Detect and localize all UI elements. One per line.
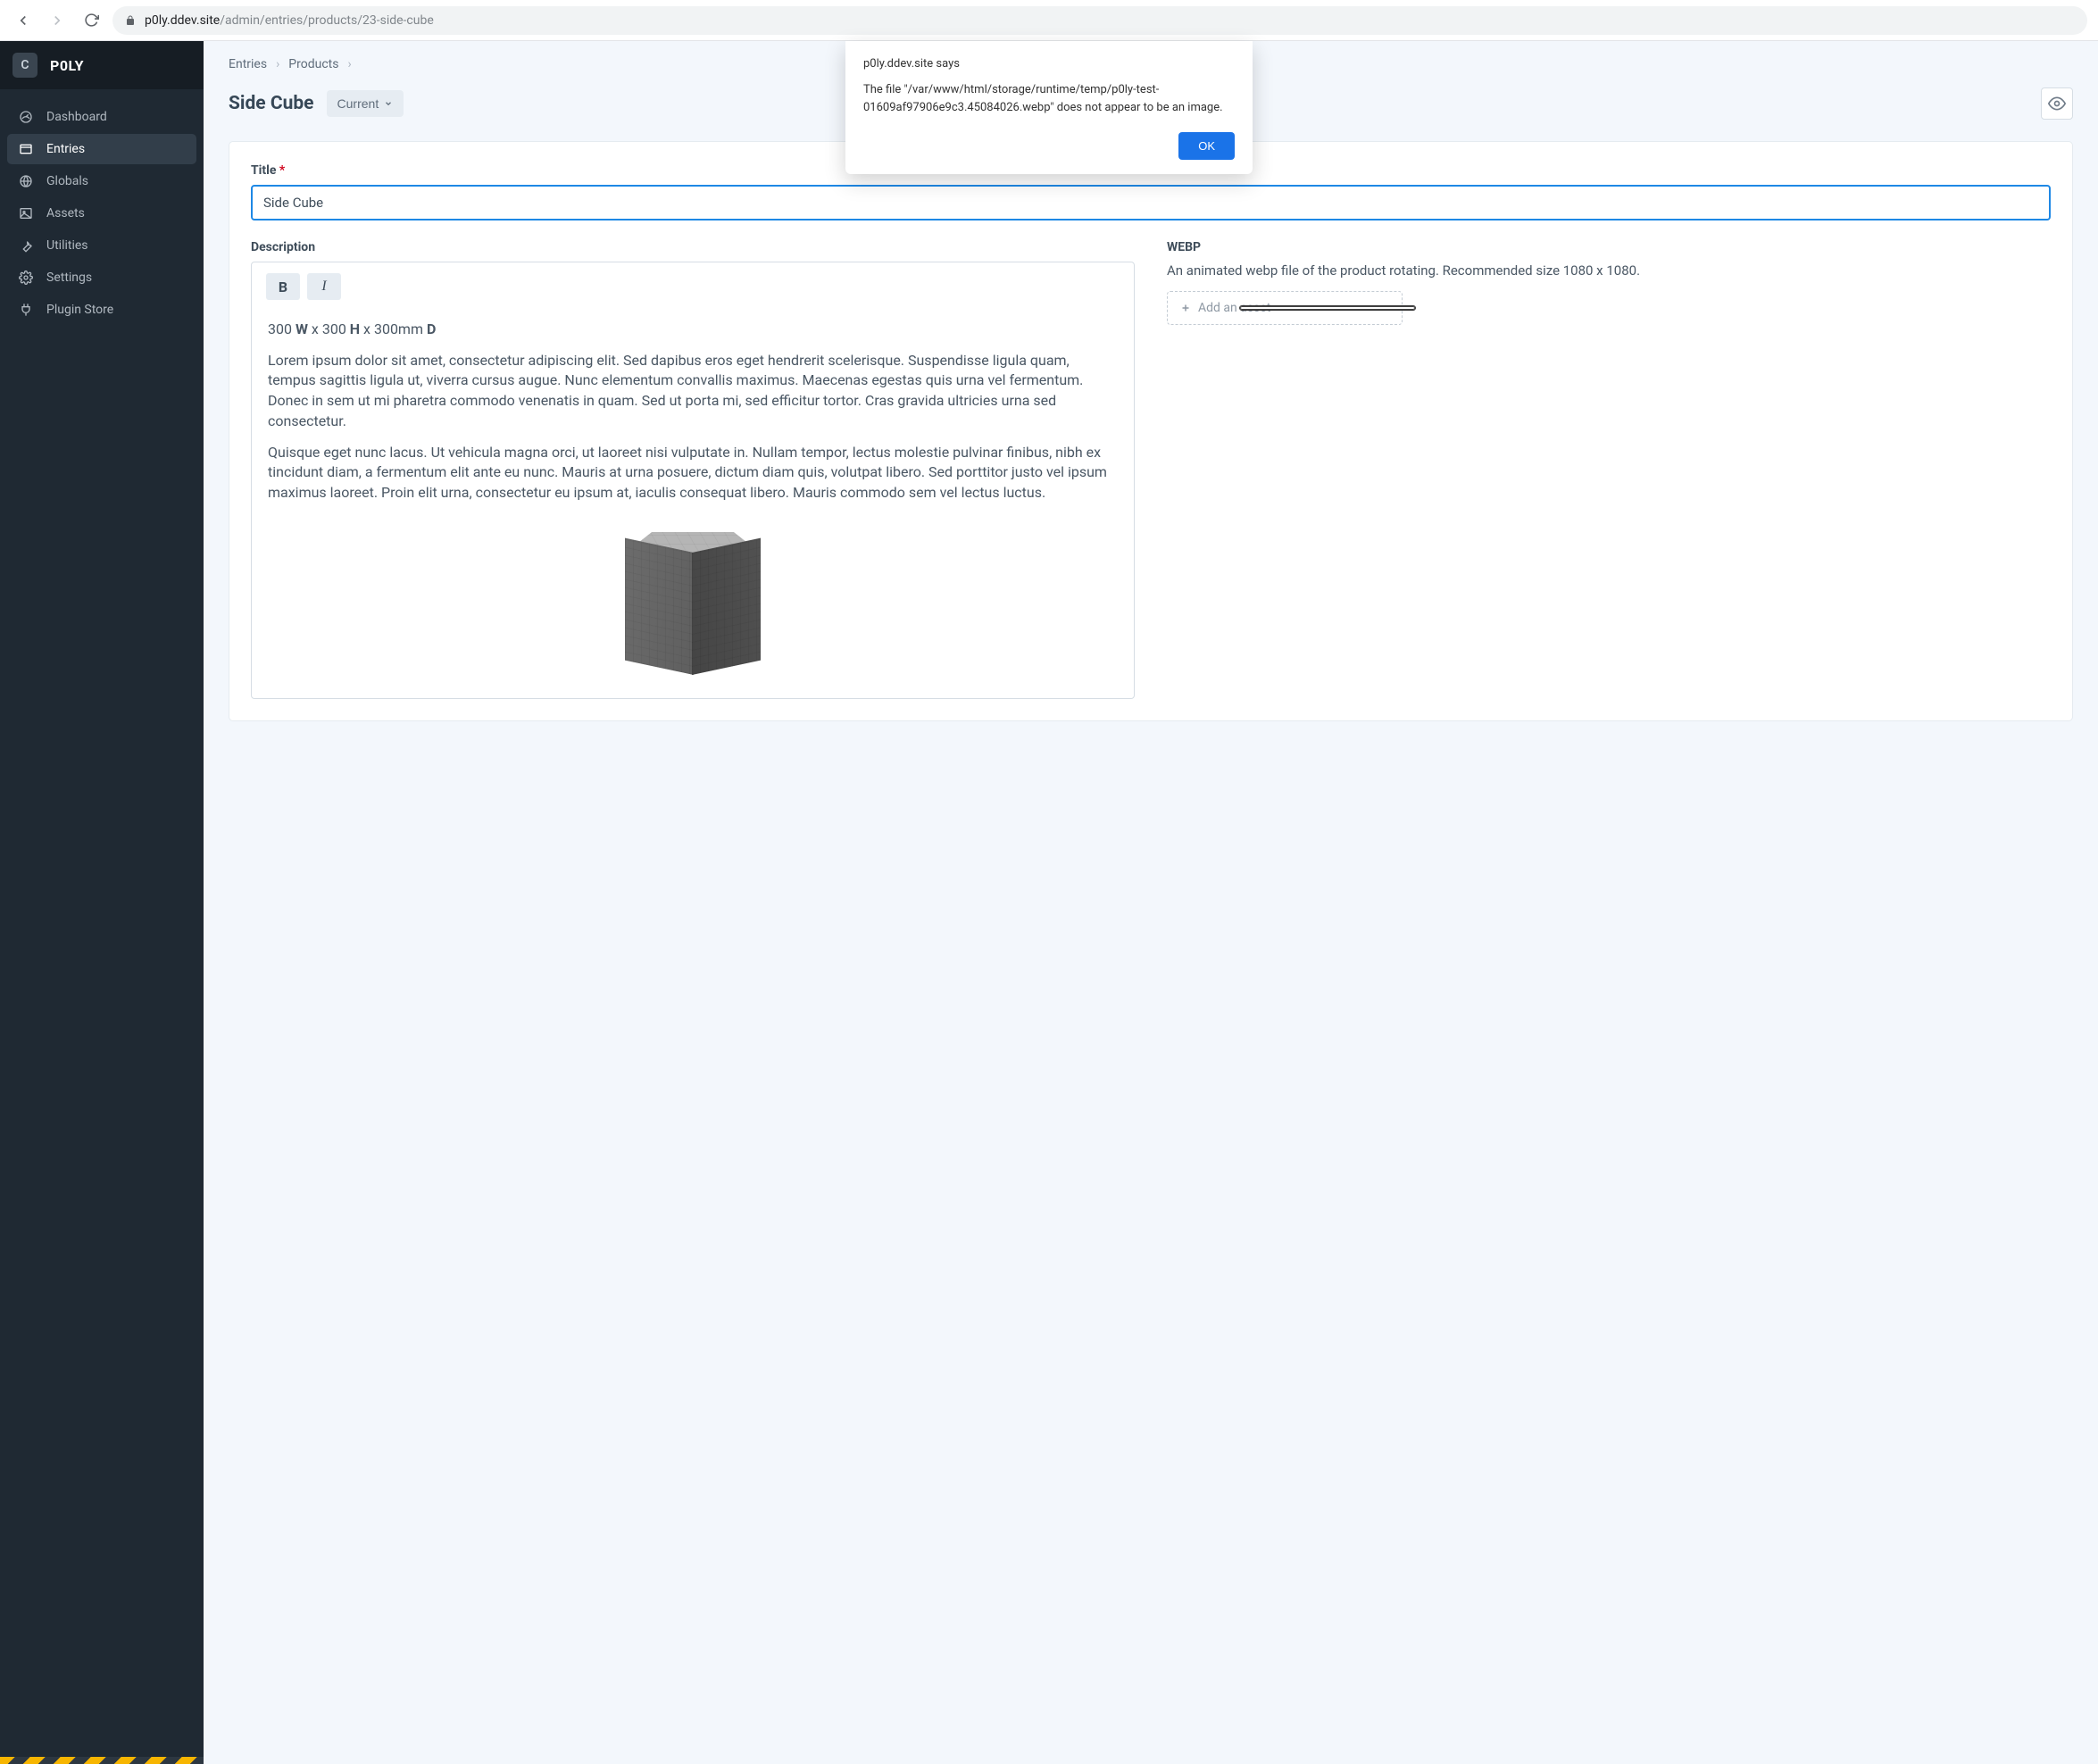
upload-progress (1239, 305, 1416, 311)
gauge-icon (18, 109, 34, 125)
rte-body[interactable]: 300 W x 300 H x 300mm D Lorem ipsum dolo… (252, 309, 1134, 698)
sidebar-item-settings[interactable]: Settings (7, 262, 196, 293)
sidebar-item-assets[interactable]: Assets (7, 198, 196, 229)
plus-icon (1180, 303, 1191, 313)
sidebar-item-dashboard[interactable]: Dashboard (7, 102, 196, 132)
sidebar-item-plugin-store[interactable]: Plugin Store (7, 295, 196, 325)
sidebar-item-label: Assets (46, 206, 85, 220)
description-paragraph: Quisque eget nunc lacus. Ut vehicula mag… (268, 443, 1118, 503)
browser-chrome: p0ly.ddev.site/admin/entries/products/23… (0, 0, 2098, 41)
sidebar-item-label: Entries (46, 142, 85, 156)
product-image (268, 514, 1118, 680)
title-input[interactable] (251, 185, 2051, 220)
sidebar-item-label: Globals (46, 174, 88, 188)
revision-selector[interactable]: Current (327, 90, 404, 117)
brand-logo: C (12, 53, 37, 78)
preview-button[interactable] (2041, 87, 2073, 120)
entry-form: Title * Description B I 300 W (229, 141, 2073, 721)
breadcrumb-link[interactable]: Entries (229, 57, 267, 71)
globe-icon (18, 173, 34, 189)
italic-button[interactable]: I (307, 273, 341, 300)
cube-illustration (626, 532, 760, 675)
sidebar-item-utilities[interactable]: Utilities (7, 230, 196, 261)
back-button[interactable] (11, 8, 36, 33)
plug-icon (18, 302, 34, 318)
main-content: Entries › Products › Side Cube Current T… (204, 41, 2098, 1764)
sidebar-item-label: Settings (46, 270, 92, 285)
alert-dialog: p0ly.ddev.site says The file "/var/www/h… (845, 41, 1253, 174)
entries-icon (18, 141, 34, 157)
wrench-icon (18, 237, 34, 254)
required-mark: * (279, 163, 285, 178)
image-icon (18, 205, 34, 221)
ok-button[interactable]: OK (1178, 132, 1235, 160)
dialog-message: The file "/var/www/html/storage/runtime/… (863, 81, 1235, 116)
url-bar[interactable]: p0ly.ddev.site/admin/entries/products/23… (112, 6, 2087, 35)
bold-button[interactable]: B (266, 273, 300, 300)
webp-description: An animated webp file of the product rot… (1167, 262, 2051, 280)
page-title: Side Cube (229, 93, 314, 114)
sidebar-item-label: Dashboard (46, 110, 107, 124)
sidebar-item-label: Utilities (46, 238, 88, 253)
revision-label: Current (337, 96, 379, 111)
sidebar-brand[interactable]: C P0LY (0, 41, 204, 89)
breadcrumb-link[interactable]: Products (288, 57, 338, 71)
gear-icon (18, 270, 34, 286)
nav-list: Dashboard Entries Globals Assets Utiliti… (0, 89, 204, 339)
webp-label: WEBP (1167, 240, 2051, 254)
url-text: p0ly.ddev.site/admin/entries/products/23… (145, 13, 434, 28)
lock-icon (125, 15, 136, 26)
sidebar-item-entries[interactable]: Entries (7, 134, 196, 164)
chevron-right-icon: › (347, 57, 351, 71)
rich-text-editor: B I 300 W x 300 H x 300mm D Lorem ipsum … (251, 262, 1135, 699)
reload-button[interactable] (79, 8, 104, 33)
sidebar-item-globals[interactable]: Globals (7, 166, 196, 196)
chevron-down-icon (384, 99, 393, 108)
hazard-stripe (0, 1757, 204, 1764)
forward-button[interactable] (45, 8, 70, 33)
description-label: Description (251, 240, 1135, 254)
dimensions-line: 300 W x 300 H x 300mm D (268, 320, 1118, 340)
sidebar: C P0LY Dashboard Entries Globals Assets (0, 41, 204, 1764)
brand-name: P0LY (50, 57, 84, 74)
rte-toolbar: B I (252, 262, 1134, 309)
chevron-right-icon: › (276, 57, 279, 71)
dialog-title: p0ly.ddev.site says (863, 57, 1235, 71)
eye-icon (2048, 95, 2066, 112)
add-asset-button[interactable]: Add an asset (1167, 291, 1403, 325)
sidebar-item-label: Plugin Store (46, 303, 113, 317)
description-paragraph: Lorem ipsum dolor sit amet, consectetur … (268, 351, 1118, 432)
